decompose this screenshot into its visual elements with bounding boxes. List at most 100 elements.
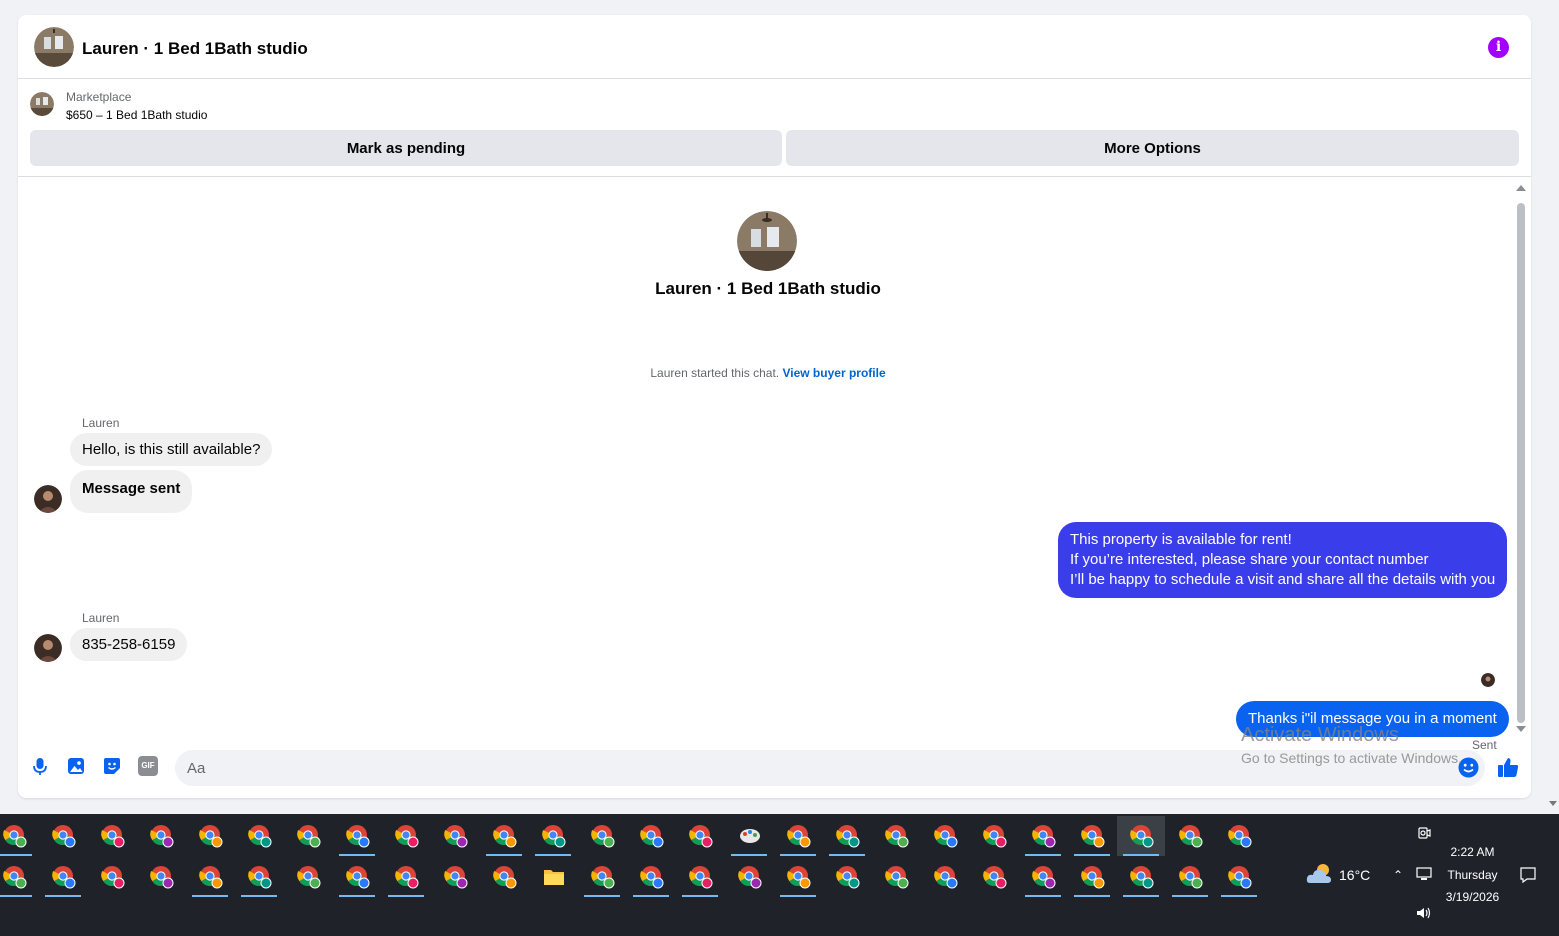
taskbar-app-button[interactable]: [872, 857, 920, 897]
taskbar-app-button[interactable]: [0, 816, 38, 856]
taskbar-app-button[interactable]: [823, 816, 871, 856]
taskbar-app-button[interactable]: [137, 816, 185, 856]
taskbar-app-button[interactable]: [39, 816, 87, 856]
taskbar-app-button[interactable]: [627, 816, 675, 856]
clock-date[interactable]: 3/19/2026: [1400, 890, 1545, 904]
taskbar-app-button[interactable]: [0, 857, 38, 897]
scroll-up-arrow[interactable]: [1516, 185, 1526, 191]
taskbar-app-button[interactable]: [186, 857, 234, 897]
taskbar-app-button[interactable]: [676, 857, 724, 897]
incoming-message[interactable]: 835-258-6159: [70, 628, 188, 661]
incoming-message[interactable]: Message sent: [70, 470, 193, 513]
taskbar-app-button[interactable]: [921, 857, 969, 897]
taskbar-app-button[interactable]: [578, 857, 626, 897]
taskbar-app-button[interactable]: [1117, 816, 1165, 856]
listing-source: Marketplace: [66, 90, 132, 104]
emoji-icon[interactable]: [1458, 757, 1479, 778]
taskbar-app-button[interactable]: [186, 816, 234, 856]
message-thread: Lauren · 1 Bed 1Bath studio Lauren start…: [18, 178, 1531, 752]
taskbar-app-button[interactable]: [88, 857, 136, 897]
taskbar-app-button[interactable]: [774, 857, 822, 897]
taskbar-app-button[interactable]: [725, 857, 773, 897]
taskbar-app-button[interactable]: [529, 816, 577, 856]
chrome-icon: [787, 866, 811, 889]
listing-avatar[interactable]: [34, 27, 74, 67]
notifications-icon[interactable]: [1519, 866, 1537, 884]
chrome-icon: [1130, 825, 1154, 848]
more-options-button[interactable]: More Options: [786, 130, 1519, 166]
taskbar-app-button[interactable]: [1068, 816, 1116, 856]
weather-temperature: 16°C: [1339, 867, 1371, 883]
view-buyer-profile-link[interactable]: View buyer profile: [782, 366, 885, 380]
taskbar-app-button[interactable]: [921, 816, 969, 856]
taskbar-app-button[interactable]: [872, 816, 920, 856]
taskbar-app-button[interactable]: [627, 857, 675, 897]
chrome-icon: [1228, 866, 1252, 889]
taskbar-app-button[interactable]: [1068, 857, 1116, 897]
weather-widget[interactable]: 16°C: [1305, 861, 1385, 889]
listing-thumbnail[interactable]: [30, 92, 54, 116]
outgoing-message[interactable]: Thanks i"il message you in a moment: [1236, 701, 1509, 737]
incoming-message[interactable]: Hello, is this still available?: [70, 433, 273, 466]
taskbar-app-button[interactable]: [1117, 857, 1165, 897]
chrome-icon: [150, 866, 174, 889]
partly-cloudy-icon: [1306, 864, 1331, 883]
intro-name: Lauren · 1 Bed 1Bath studio: [655, 279, 881, 298]
outgoing-message[interactable]: This property is available for rent! If …: [1058, 522, 1508, 598]
scroll-down-arrow[interactable]: [1516, 726, 1526, 732]
sender-avatar[interactable]: [34, 485, 62, 513]
taskbar-app-button[interactable]: [431, 857, 479, 897]
page-scroll-down-arrow[interactable]: [1549, 801, 1557, 806]
microphone-icon[interactable]: [30, 756, 50, 776]
photo-icon[interactable]: [66, 756, 86, 776]
listing-price-title[interactable]: $650 – 1 Bed 1Bath studio: [66, 108, 207, 122]
taskbar-app-button[interactable]: [333, 816, 381, 856]
taskbar-app-button[interactable]: [676, 816, 724, 856]
taskbar-app-button[interactable]: [88, 816, 136, 856]
taskbar-app-button[interactable]: [431, 816, 479, 856]
taskbar-app-button[interactable]: [1019, 857, 1067, 897]
taskbar-app-button[interactable]: [1166, 816, 1214, 856]
chrome-icon: [3, 825, 27, 848]
taskbar-app-button[interactable]: [823, 857, 871, 897]
taskbar-app-button[interactable]: [235, 857, 283, 897]
taskbar-app-button[interactable]: [970, 857, 1018, 897]
message-line: I’ll be happy to schedule a visit and sh…: [1070, 571, 1496, 588]
clock-time[interactable]: 2:22 AM: [1400, 845, 1545, 859]
thumbs-up-icon[interactable]: [1497, 756, 1520, 779]
running-indicator: [1074, 854, 1110, 856]
chrome-icon: [444, 866, 468, 889]
taskbar-app-button[interactable]: [774, 816, 822, 856]
taskbar-app-button[interactable]: [1019, 816, 1067, 856]
taskbar-app-button[interactable]: [529, 857, 577, 897]
taskbar-app-button[interactable]: [970, 816, 1018, 856]
taskbar-app-button[interactable]: [137, 857, 185, 897]
taskbar-app-button[interactable]: [39, 857, 87, 897]
chrome-icon: [787, 825, 811, 848]
taskbar-app-button[interactable]: [1166, 857, 1214, 897]
info-icon[interactable]: i: [1488, 37, 1509, 58]
running-indicator: [388, 895, 424, 897]
taskbar-app-button[interactable]: [284, 816, 332, 856]
thread-scrollbar[interactable]: [1513, 185, 1526, 740]
mark-as-pending-button[interactable]: Mark as pending: [30, 130, 782, 166]
taskbar-app-button[interactable]: [1215, 857, 1263, 897]
taskbar-app-button[interactable]: [333, 857, 381, 897]
taskbar-app-button[interactable]: [235, 816, 283, 856]
sticker-icon[interactable]: [102, 756, 122, 776]
taskbar-app-button[interactable]: [578, 816, 626, 856]
taskbar-app-button[interactable]: [725, 816, 773, 856]
taskbar-app-button[interactable]: [382, 816, 430, 856]
taskbar-app-button[interactable]: [480, 816, 528, 856]
taskbar-app-button[interactable]: [1215, 816, 1263, 856]
scroll-thumb[interactable]: [1517, 203, 1525, 723]
gif-icon[interactable]: GIF: [138, 756, 158, 776]
taskbar-app-button[interactable]: [284, 857, 332, 897]
volume-icon[interactable]: [1416, 906, 1432, 920]
taskbar-app-button[interactable]: [480, 857, 528, 897]
message-input[interactable]: [175, 750, 1485, 786]
running-indicator: [682, 895, 718, 897]
camera-icon[interactable]: [1417, 826, 1431, 840]
taskbar-app-button[interactable]: [382, 857, 430, 897]
sender-avatar[interactable]: [34, 634, 62, 662]
